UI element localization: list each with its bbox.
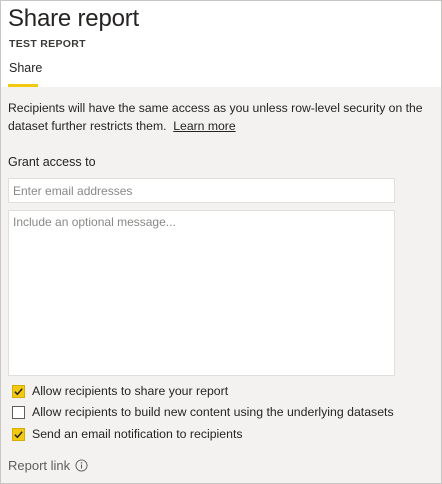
dialog-body: Recipients will have the same access as … — [1, 87, 441, 483]
info-icon[interactable] — [75, 459, 88, 472]
allow-share-option[interactable]: Allow recipients to share your report — [12, 382, 228, 400]
checkmark-icon — [14, 387, 23, 395]
email-notification-option[interactable]: Send an email notification to recipients — [12, 425, 243, 443]
access-info-text: Recipients will have the same access as … — [8, 99, 428, 135]
learn-more-link[interactable]: Learn more — [173, 119, 235, 133]
allow-share-label: Allow recipients to share your report — [32, 384, 229, 398]
checkmark-icon — [14, 430, 23, 438]
grant-access-label: Grant access to — [8, 155, 96, 169]
report-link-section: Report link — [8, 458, 88, 473]
allow-share-checkbox[interactable] — [12, 384, 25, 398]
allow-build-checkbox[interactable] — [12, 405, 25, 419]
dialog-title: Share report — [8, 5, 140, 32]
allow-build-option[interactable]: Allow recipients to build new content us… — [12, 403, 394, 421]
optional-message-textarea[interactable] — [8, 210, 395, 376]
report-link-label: Report link — [8, 458, 71, 473]
dialog-header: Share report TEST REPORT Share — [1, 1, 441, 87]
allow-build-label: Allow recipients to build new content us… — [32, 405, 394, 419]
share-report-dialog: Share report TEST REPORT Share Recipient… — [0, 0, 442, 484]
tab-share[interactable]: Share — [9, 61, 42, 75]
email-notification-checkbox[interactable] — [12, 427, 25, 441]
report-name: TEST REPORT — [9, 38, 86, 50]
email-notification-label: Send an email notification to recipients — [32, 427, 243, 441]
email-addresses-input[interactable] — [8, 178, 395, 203]
